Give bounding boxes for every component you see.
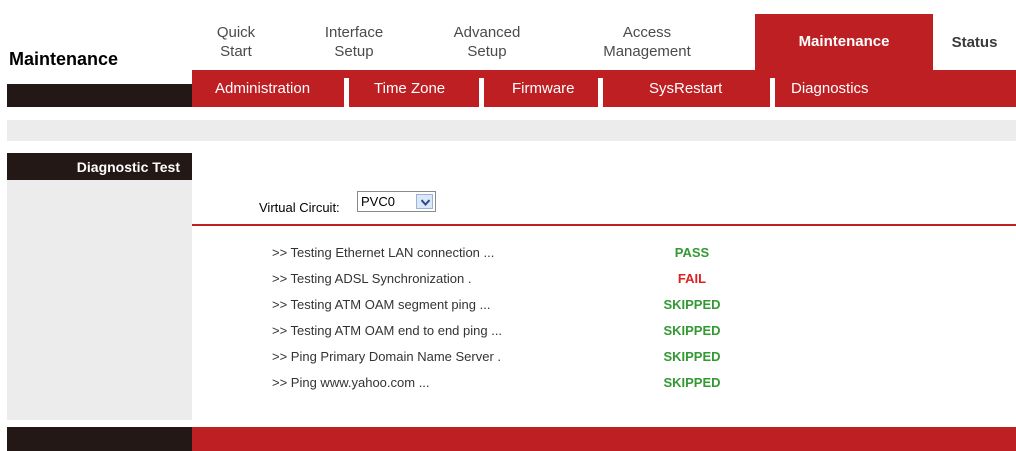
tab-advanced-setup-line2: Setup	[467, 43, 507, 60]
subnav-separator	[770, 78, 775, 107]
subtab-time-zone[interactable]: Time Zone	[359, 78, 445, 99]
tab-advanced-setup-line1: Advanced	[453, 24, 521, 41]
tab-advanced-setup[interactable]: Advanced Setup	[445, 14, 529, 70]
test-name: >> Ping Primary Domain Name Server .	[272, 349, 502, 364]
footer-red-bar	[192, 427, 1016, 451]
spacer-strip	[7, 120, 1016, 141]
test-name: >> Testing ADSL Synchronization .	[272, 271, 472, 286]
virtual-circuit-label: Virtual Circuit:	[259, 200, 340, 215]
tab-access-management[interactable]: Access Management	[585, 14, 709, 70]
tab-quick-start-line2: Start	[220, 43, 252, 60]
test-name: >> Testing ATM OAM end to end ping ...	[272, 323, 503, 338]
sidebar-heading-label: Diagnostic Test	[76, 159, 180, 175]
subnav-separator	[344, 78, 349, 107]
brand-dark-bar	[7, 84, 192, 107]
tab-interface-setup-line1: Interface	[324, 24, 384, 41]
subnav-separator	[598, 78, 603, 107]
footer-dark-bar	[7, 427, 192, 451]
test-name: >> Testing Ethernet LAN connection ...	[272, 245, 495, 260]
virtual-circuit-value: PVC0	[361, 194, 395, 209]
tab-maintenance[interactable]: Maintenance	[755, 14, 933, 70]
sidebar-heading: Diagnostic Test	[7, 153, 192, 180]
tab-interface-setup[interactable]: Interface Setup	[312, 14, 396, 70]
page-section-title: Maintenance	[9, 49, 119, 69]
tab-quick-start[interactable]: Quick Start	[206, 14, 266, 70]
subnav-bar	[192, 70, 1016, 107]
test-name: >> Testing ATM OAM segment ping ...	[272, 297, 491, 312]
subtab-administration[interactable]: Administration	[200, 78, 310, 99]
tab-interface-setup-line2: Setup	[334, 43, 374, 60]
brand-area: Maintenance	[7, 0, 192, 107]
section-divider	[192, 224, 1016, 226]
test-result-text: FAIL	[677, 271, 707, 286]
test-result-text: SKIPPED	[663, 375, 721, 390]
tab-quick-start-line1: Quick	[216, 24, 256, 41]
test-result-text: SKIPPED	[663, 323, 721, 338]
tab-access-management-line2: Management	[603, 43, 691, 60]
subtab-sysrestart[interactable]: SysRestart	[634, 78, 722, 99]
subnav-separator	[479, 78, 484, 107]
test-result-text: SKIPPED	[663, 349, 721, 364]
virtual-circuit-select[interactable]: PVC0	[357, 191, 436, 212]
tab-status[interactable]: Status	[933, 14, 1016, 70]
test-result-text: SKIPPED	[663, 297, 721, 312]
test-name: >> Ping www.yahoo.com ...	[272, 375, 430, 390]
test-result-text: PASS	[674, 245, 710, 260]
subtab-diagnostics[interactable]: Diagnostics	[776, 78, 869, 99]
subtab-firmware[interactable]: Firmware	[497, 78, 575, 99]
sidebar-panel	[7, 180, 192, 420]
chevron-down-icon[interactable]	[416, 194, 433, 209]
tab-access-management-line1: Access	[622, 24, 672, 41]
